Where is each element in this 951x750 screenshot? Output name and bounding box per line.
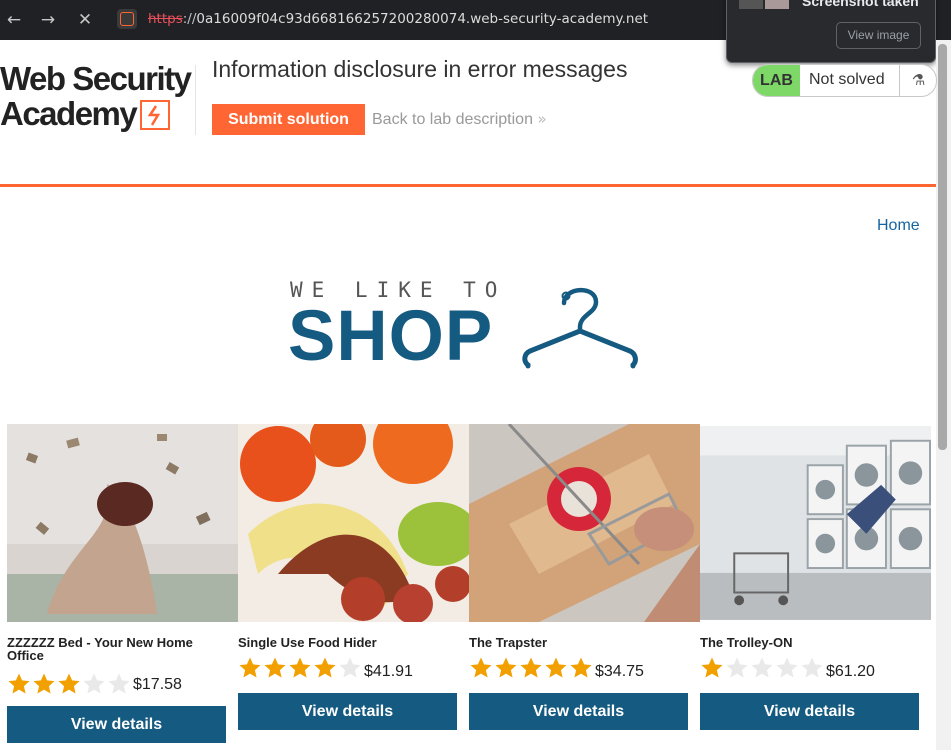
star-empty-icon [726,657,748,678]
view-details-button[interactable]: View details [238,693,457,730]
lab-status-widget: LAB Not solved ⚗ [752,64,937,97]
view-details-button[interactable]: View details [700,693,919,730]
header-rule [0,184,936,187]
shop-logo: WE LIKE TO SHOP [288,275,648,375]
product-name: Single Use Food Hider [238,635,377,650]
star-filled-icon [470,657,492,678]
product-name: The Trolley-ON [700,635,793,650]
star-empty-icon [108,673,130,694]
stop-icon[interactable]: ✕ [74,9,96,31]
address-bar[interactable]: https://0a16009f04c93d668166257200280074… [148,11,648,27]
star-filled-icon [289,657,311,678]
status-text: Not solved [809,71,885,88]
hanger-icon [522,287,638,369]
star-filled-icon [33,673,55,694]
product-name: The Trapster [469,635,548,650]
product-image[interactable] [469,424,700,622]
view-image-button[interactable]: View image [836,22,921,49]
product-image[interactable] [7,424,238,622]
star-filled-icon [314,657,336,678]
product-price: $41.91 [364,663,413,680]
star-empty-icon [83,673,105,694]
logo-line-1: Web Security [0,60,192,97]
url-scheme: https [148,11,183,27]
header-divider [195,65,196,135]
academy-logo[interactable]: Web Security Academy [0,62,196,136]
product-price: $17.58 [133,676,182,693]
star-filled-icon [701,657,723,678]
star-filled-icon [570,657,592,678]
star-filled-icon [58,673,80,694]
lab-title: Information disclosure in error messages [212,56,628,82]
logo-bolt-icon [140,100,170,130]
url-host: 0a16009f04c93d668166257200280074.web-sec… [196,11,649,27]
view-details-button[interactable]: View details [7,706,226,743]
submit-solution-button[interactable]: Submit solution [212,104,365,135]
star-filled-icon [239,657,261,678]
lab-badge: LAB [753,65,800,96]
product-grid: ZZZZZZ Bed - Your New Home Office $17.58… [7,424,936,750]
toast-title: Screenshot taken [802,0,919,9]
product-image[interactable] [238,424,469,622]
product-card: The Trolley-ON $61.20 View details [700,424,931,750]
product-card: The Trapster $34.75 View details [469,424,700,750]
home-link[interactable]: Home [877,217,920,235]
star-empty-icon [776,657,798,678]
product-name: ZZZZZZ Bed - Your New Home Office [7,635,193,663]
back-to-lab-label: Back to lab description [372,111,533,128]
product-price: $34.75 [595,663,644,680]
logo-line-2: Academy [0,95,138,132]
back-icon[interactable]: ← [3,9,25,31]
star-empty-icon [751,657,773,678]
star-filled-icon [545,657,567,678]
forward-icon[interactable]: → [37,9,59,31]
shop-logo-word: SHOP [288,297,494,376]
product-image[interactable] [700,424,931,622]
star-empty-icon [801,657,823,678]
star-filled-icon [495,657,517,678]
view-details-button[interactable]: View details [469,693,688,730]
chevron-right-icon: » [537,110,547,128]
screenshot-toast: Screenshot taken View image [726,0,936,63]
screenshot-thumbnail-2 [765,0,789,9]
star-filled-icon [520,657,542,678]
scrollbar-thumb[interactable] [938,44,947,450]
product-card: ZZZZZZ Bed - Your New Home Office $17.58… [7,424,238,750]
site-icon[interactable] [117,9,137,29]
back-to-lab-link[interactable]: Back to lab description » [372,110,547,129]
screenshot-thumbnail [739,0,763,9]
product-price: $61.20 [826,663,875,680]
flask-icon[interactable]: ⚗ [899,65,936,96]
star-filled-icon [264,657,286,678]
url-separator: :// [182,11,197,27]
star-empty-icon [339,657,361,678]
star-filled-icon [8,673,30,694]
product-card: Single Use Food Hider $41.91 View detail… [238,424,469,750]
